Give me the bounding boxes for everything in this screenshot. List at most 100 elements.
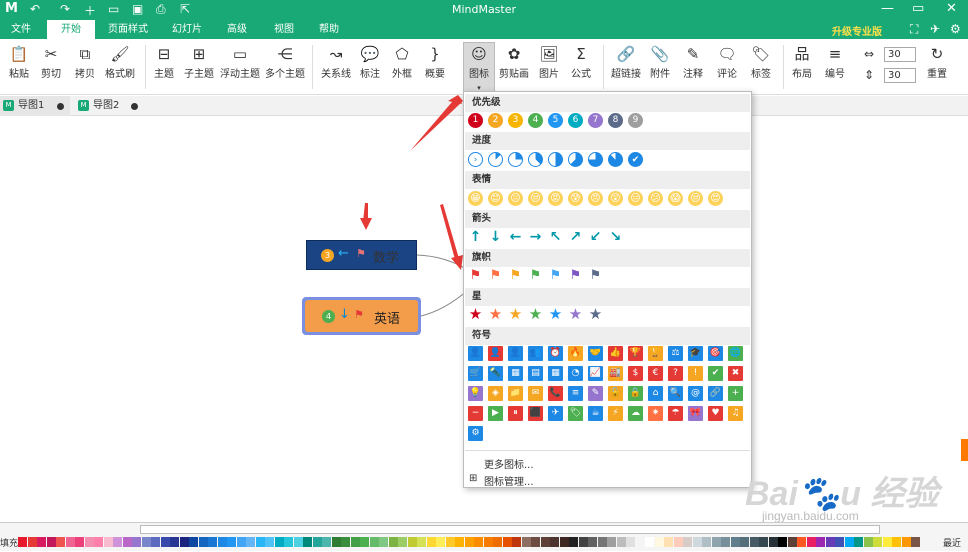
- color-swatch[interactable]: [578, 537, 588, 547]
- color-swatch[interactable]: [198, 537, 208, 547]
- color-swatch[interactable]: [664, 537, 673, 547]
- face-icon[interactable]: 😐: [508, 191, 523, 206]
- color-swatch[interactable]: [493, 537, 502, 547]
- symbol-icon[interactable]: +: [728, 386, 743, 401]
- color-swatch[interactable]: [550, 537, 559, 547]
- face-icon[interactable]: 😍: [708, 191, 723, 206]
- arrow-icon[interactable]: ←: [508, 230, 523, 245]
- color-swatch[interactable]: [721, 537, 730, 547]
- symbol-icon[interactable]: 📁: [508, 386, 523, 401]
- symbol-icon[interactable]: ⏸: [508, 406, 523, 421]
- symbol-icon[interactable]: @: [688, 386, 703, 401]
- star-icon[interactable]: ★: [468, 307, 483, 322]
- symbol-icon[interactable]: ▦: [548, 366, 563, 381]
- symbol-icon[interactable]: 🏆: [628, 346, 643, 361]
- symbol-icon[interactable]: €: [648, 366, 663, 381]
- color-swatch[interactable]: [806, 537, 816, 547]
- face-icon[interactable]: 😠: [588, 191, 603, 206]
- arrow-icon[interactable]: ↓: [488, 230, 503, 245]
- color-swatch[interactable]: [179, 537, 189, 547]
- color-swatch[interactable]: [597, 537, 607, 547]
- progress-4-icon[interactable]: [548, 152, 563, 167]
- star-icon[interactable]: ★: [508, 307, 523, 322]
- symbol-icon[interactable]: −: [468, 406, 483, 421]
- star-icon[interactable]: ★: [528, 307, 543, 322]
- color-swatch[interactable]: [464, 537, 474, 547]
- symbol-icon[interactable]: 🔒: [628, 386, 643, 401]
- symbol-icon[interactable]: ▦: [508, 366, 523, 381]
- color-swatch[interactable]: [189, 537, 198, 547]
- color-swatch[interactable]: [303, 537, 312, 547]
- star-icon[interactable]: ★: [488, 307, 503, 322]
- symbol-icon[interactable]: ◔: [568, 366, 583, 381]
- symbol-icon[interactable]: ?: [668, 366, 683, 381]
- flag-orange-icon[interactable]: ⚑: [488, 268, 503, 283]
- symbol-icon[interactable]: 👍: [608, 346, 623, 361]
- color-swatch[interactable]: [65, 537, 75, 547]
- symbol-icon[interactable]: 🏷: [568, 406, 583, 421]
- symbol-icon[interactable]: 🛒: [468, 366, 483, 381]
- face-icon[interactable]: 😒: [688, 191, 703, 206]
- color-swatch[interactable]: [407, 537, 417, 547]
- symbol-icon[interactable]: 📈: [588, 366, 603, 381]
- color-swatch[interactable]: [18, 537, 27, 547]
- color-swatch[interactable]: [635, 537, 645, 547]
- symbol-icon[interactable]: 🏆: [648, 346, 663, 361]
- flag-green-icon[interactable]: ⚑: [528, 268, 543, 283]
- color-swatch[interactable]: [75, 537, 84, 547]
- flag-purple-icon[interactable]: ⚑: [568, 268, 583, 283]
- symbol-icon[interactable]: 🎓: [688, 346, 703, 361]
- color-swatch[interactable]: [160, 537, 170, 547]
- symbol-icon[interactable]: 🔗: [708, 386, 723, 401]
- symbol-icon[interactable]: ✷: [648, 406, 663, 421]
- symbol-icon[interactable]: ≡: [568, 386, 583, 401]
- color-swatch[interactable]: [122, 537, 132, 547]
- symbol-icon[interactable]: ✖: [728, 366, 743, 381]
- manage-icons-link[interactable]: 图标管理...: [484, 473, 534, 488]
- priority-2-icon[interactable]: 2: [488, 113, 503, 128]
- flag-yellow-icon[interactable]: ⚑: [508, 268, 523, 283]
- color-swatch[interactable]: [369, 537, 379, 547]
- color-swatch[interactable]: [711, 537, 721, 547]
- progress-0-icon[interactable]: ›: [468, 152, 483, 167]
- color-swatch[interactable]: [540, 537, 550, 547]
- progress-done-icon[interactable]: ✔: [628, 152, 643, 167]
- color-swatch[interactable]: [645, 537, 654, 547]
- color-swatch[interactable]: [626, 537, 635, 547]
- priority-4-icon[interactable]: 4: [528, 113, 543, 128]
- color-swatch[interactable]: [797, 537, 806, 547]
- face-icon[interactable]: 😰: [568, 191, 583, 206]
- color-swatch[interactable]: [37, 537, 46, 547]
- symbol-icon[interactable]: ⚙: [468, 426, 483, 441]
- topic-node-english[interactable]: 4 ↓ ⚑ 英语: [302, 297, 421, 335]
- symbol-icon[interactable]: ⚡: [608, 406, 623, 421]
- symbol-icon[interactable]: $: [628, 366, 643, 381]
- progress-7-icon[interactable]: [608, 152, 623, 167]
- priority-5-icon[interactable]: 5: [548, 113, 563, 128]
- flag-blue-icon[interactable]: ⚑: [548, 268, 563, 283]
- color-swatch[interactable]: [56, 537, 65, 547]
- color-swatch[interactable]: [844, 537, 854, 547]
- symbol-icon[interactable]: ✎: [588, 386, 603, 401]
- color-swatch[interactable]: [141, 537, 151, 547]
- color-swatch[interactable]: [863, 537, 873, 547]
- symbol-icon[interactable]: 🏭: [608, 366, 623, 381]
- symbol-icon[interactable]: !: [688, 366, 703, 381]
- arrow-icon[interactable]: →: [528, 230, 543, 245]
- color-swatch[interactable]: [455, 537, 464, 547]
- priority-8-icon[interactable]: 8: [608, 113, 623, 128]
- color-swatch[interactable]: [768, 537, 778, 547]
- color-swatch[interactable]: [274, 537, 284, 547]
- color-swatch[interactable]: [426, 537, 436, 547]
- color-swatch[interactable]: [559, 537, 569, 547]
- symbol-icon[interactable]: 👤: [488, 346, 503, 361]
- priority-1-icon[interactable]: 1: [468, 113, 483, 128]
- face-icon[interactable]: 😡: [548, 191, 563, 206]
- symbol-icon[interactable]: 🤝: [588, 346, 603, 361]
- priority-7-icon[interactable]: 7: [588, 113, 603, 128]
- flag-red-icon[interactable]: ⚑: [468, 268, 483, 283]
- priority-9-icon[interactable]: 9: [628, 113, 643, 128]
- color-swatch[interactable]: [730, 537, 740, 547]
- symbol-icon[interactable]: 🔓: [608, 386, 623, 401]
- star-icon[interactable]: ★: [588, 307, 603, 322]
